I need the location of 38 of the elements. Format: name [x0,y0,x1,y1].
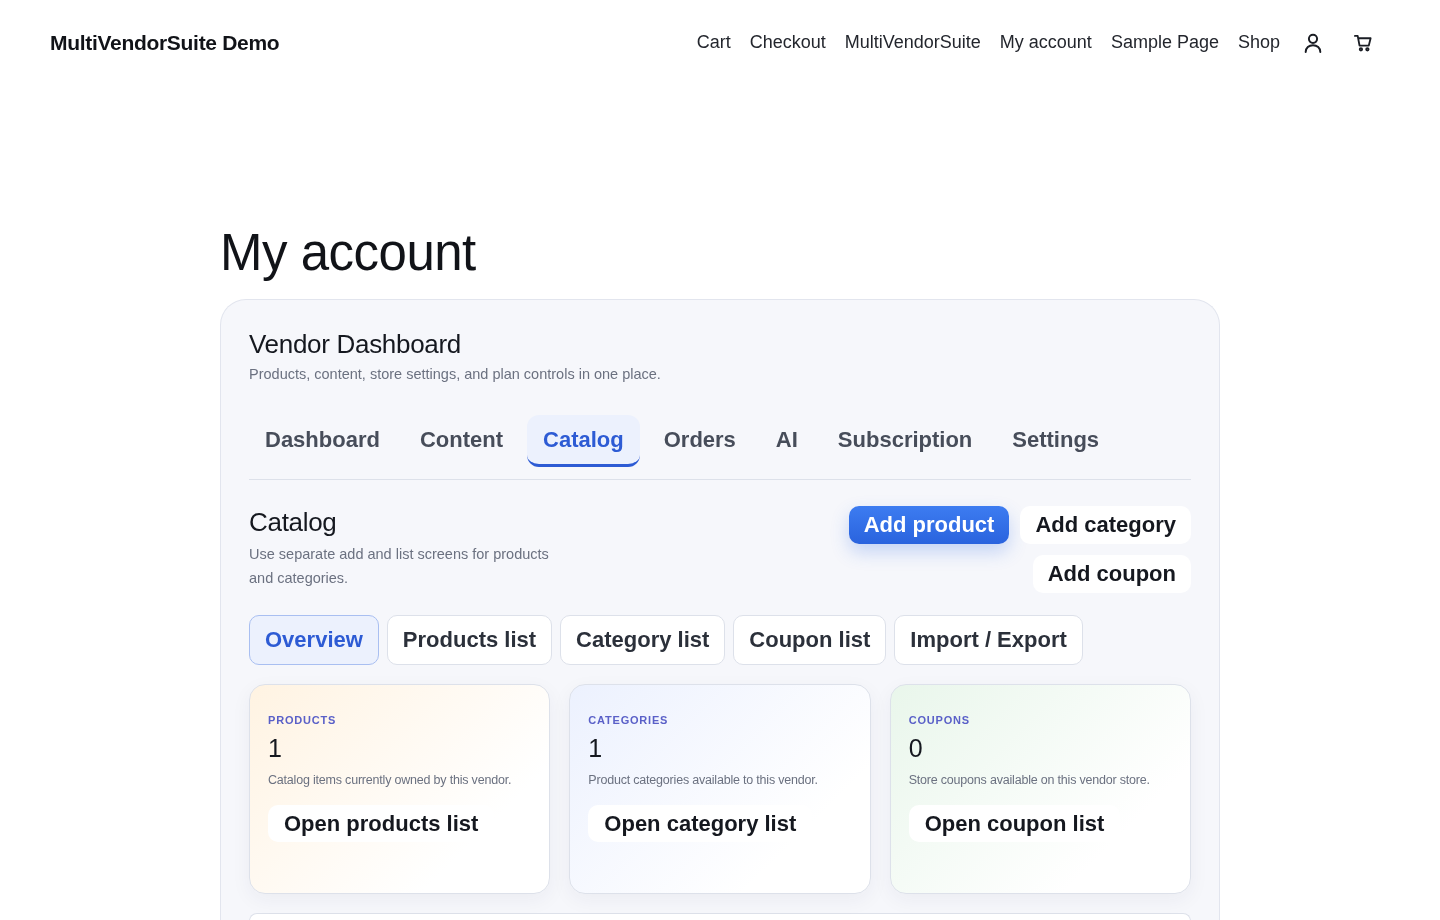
tab[interactable]: Settings [996,415,1116,467]
section-description: Use separate add and list screens for products and categories. [249,545,550,588]
dashboard-title: Vendor Dashboard [249,328,463,361]
add-button[interactable]: Add coupon [1032,555,1191,593]
tab[interactable]: Subscription [821,415,989,467]
tab[interactable]: Content [403,415,519,467]
add-button[interactable]: Add product [848,506,1010,544]
cart-icon[interactable] [1354,32,1372,53]
nav-link[interactable]: Sample Page [1110,32,1219,53]
card-value: 1 [268,733,283,763]
subtab[interactable]: Products list [386,615,553,665]
subtab[interactable]: Import / Export [894,615,1083,665]
nav-link[interactable]: Shop [1237,32,1280,53]
nav-link[interactable]: Checkout [749,32,826,53]
tab[interactable]: Orders [647,415,752,467]
card-description: Product categories available to this vendor. [588,772,819,789]
subtab[interactable]: Overview [249,615,379,665]
nav-link[interactable]: My account [999,32,1092,53]
dashboard-subtitle: Products, content, store settings, and plan controls in one place. [249,366,662,382]
card-description: Catalog items currently owned by this vendor. [268,772,513,789]
site-title[interactable]: MultiVendorSuite Demo [50,30,280,55]
section-title: Catalog [249,506,338,538]
card-value: 0 [908,733,924,763]
user-icon[interactable] [1304,32,1322,53]
card-value: 1 [588,733,604,763]
card-label: CATEGORIES [588,713,670,727]
tab[interactable]: Catalog [527,415,640,467]
tab[interactable]: Dashboard [249,415,396,467]
card-label: COUPONS [908,713,971,727]
nav-link[interactable]: MultiVendorSuite [844,32,981,53]
nav-link[interactable]: Cart [696,32,731,53]
tab[interactable]: AI [759,415,814,467]
add-button[interactable]: Add category [1020,506,1191,544]
card-label: PRODUCTS [268,713,338,727]
subtab[interactable]: Category list [560,615,726,665]
card-description: Store coupons available on this vendor store. [908,772,1151,789]
page-title: My account [220,223,477,283]
subtab[interactable]: Coupon list [733,615,887,665]
